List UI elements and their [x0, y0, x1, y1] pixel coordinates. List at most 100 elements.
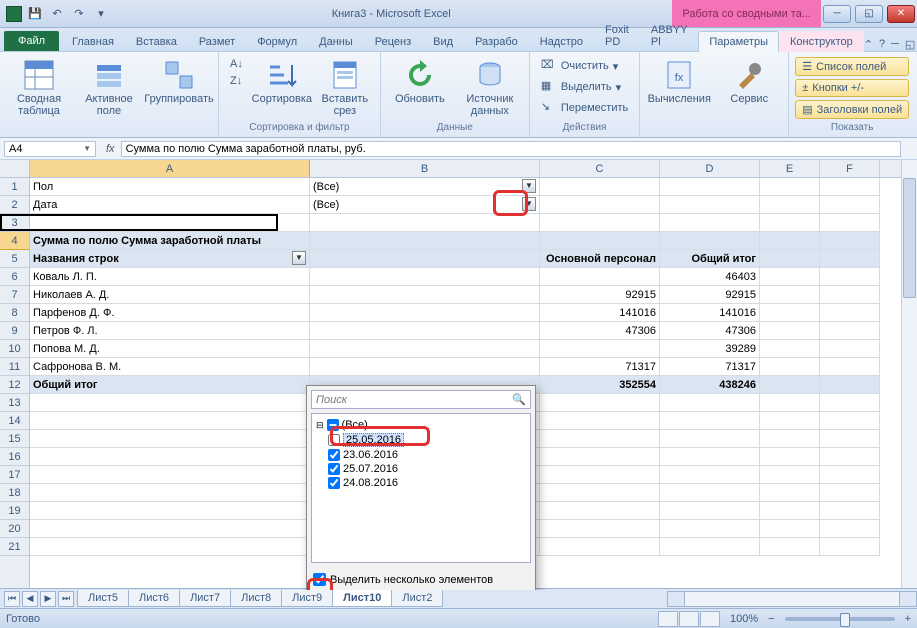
cell[interactable] — [660, 448, 760, 466]
sheet-tab[interactable]: Лист7 — [179, 590, 231, 607]
cell[interactable] — [540, 484, 660, 502]
tab-insert[interactable]: Вставка — [125, 31, 188, 52]
cell[interactable]: Петров Ф. Л. — [30, 322, 310, 340]
cell[interactable] — [820, 322, 880, 340]
filter-checkbox[interactable] — [328, 434, 340, 446]
tab-foxit[interactable]: Foxit PD — [594, 19, 640, 52]
filter-item[interactable]: 25.07.2016 — [316, 462, 526, 476]
cell[interactable] — [540, 340, 660, 358]
row-header[interactable]: 18 — [0, 484, 29, 502]
zoom-level[interactable]: 100% — [730, 613, 758, 625]
cell[interactable]: (Все)▼ — [310, 196, 540, 214]
cell[interactable] — [760, 340, 820, 358]
tools-button[interactable]: Сервис — [716, 56, 782, 108]
cell[interactable] — [310, 322, 540, 340]
pivot-table-button[interactable]: Сводная таблица — [6, 56, 72, 120]
cell[interactable] — [820, 520, 880, 538]
sheet-nav-first[interactable]: ⏮ — [4, 591, 20, 607]
filter-tree[interactable]: ⊟(Все)25.05.201623.06.201625.07.201624.0… — [311, 413, 531, 563]
cell[interactable] — [820, 538, 880, 556]
tab-abbyy[interactable]: ABBYY Pl — [640, 19, 699, 52]
tab-review[interactable]: Реценз — [364, 31, 422, 52]
row-header[interactable]: 10 — [0, 340, 29, 358]
filter-checkbox[interactable] — [328, 463, 340, 475]
row-header[interactable]: 2 — [0, 196, 29, 214]
cell[interactable]: 352554 — [540, 376, 660, 394]
sheet-tab[interactable]: Лист9 — [281, 590, 333, 607]
zoom-in-button[interactable]: + — [905, 613, 911, 625]
sheet-nav-prev[interactable]: ◀ — [22, 591, 38, 607]
cell[interactable] — [820, 178, 880, 196]
horizontal-scrollbar[interactable] — [667, 591, 917, 607]
cell[interactable] — [820, 214, 880, 232]
cell[interactable]: Названия строк▼ — [30, 250, 310, 268]
cell[interactable] — [660, 466, 760, 484]
cell[interactable] — [30, 502, 310, 520]
filter-checkbox[interactable] — [328, 449, 340, 461]
cell[interactable]: Основной персонал — [540, 250, 660, 268]
cell[interactable] — [820, 412, 880, 430]
cell[interactable] — [760, 178, 820, 196]
close-button[interactable]: ✕ — [887, 5, 915, 23]
cell[interactable]: Коваль Л. П. — [30, 268, 310, 286]
move-button[interactable]: ↘Переместить — [536, 98, 633, 118]
filter-checkbox[interactable] — [327, 419, 339, 431]
select-button[interactable]: ▦Выделить▾ — [536, 77, 633, 97]
cell[interactable] — [820, 268, 880, 286]
row-header[interactable]: 3 — [0, 214, 29, 232]
col-header-E[interactable]: E — [760, 160, 820, 177]
cell[interactable]: Общий итог — [660, 250, 760, 268]
cell[interactable] — [760, 286, 820, 304]
cell[interactable] — [310, 250, 540, 268]
cell[interactable]: 92915 — [660, 286, 760, 304]
tab-addins[interactable]: Надстро — [529, 31, 594, 52]
cell[interactable] — [540, 232, 660, 250]
cell[interactable] — [820, 376, 880, 394]
cell[interactable] — [760, 376, 820, 394]
cell[interactable] — [760, 412, 820, 430]
sheet-tab[interactable]: Лист5 — [77, 590, 129, 607]
sheet-nav-next[interactable]: ▶ — [40, 591, 56, 607]
cell[interactable] — [820, 448, 880, 466]
col-header-D[interactable]: D — [660, 160, 760, 177]
qat-save-icon[interactable]: 💾 — [26, 5, 44, 23]
group-button[interactable]: Группировать — [146, 56, 212, 108]
row-header[interactable]: 4 — [0, 232, 29, 250]
cell[interactable] — [760, 394, 820, 412]
column-headers[interactable]: ABCDEF — [30, 160, 901, 178]
cell[interactable] — [660, 502, 760, 520]
cell[interactable] — [760, 322, 820, 340]
cell[interactable] — [820, 196, 880, 214]
cell[interactable] — [820, 340, 880, 358]
cell[interactable] — [540, 430, 660, 448]
calculations-button[interactable]: fx Вычисления — [646, 56, 712, 108]
cell[interactable] — [760, 268, 820, 286]
cell[interactable] — [30, 484, 310, 502]
row-header[interactable]: 7 — [0, 286, 29, 304]
insert-slicer-button[interactable]: Вставить срез — [316, 56, 374, 120]
cell[interactable] — [660, 412, 760, 430]
cell[interactable] — [760, 520, 820, 538]
cell[interactable] — [660, 196, 760, 214]
cell[interactable]: Сафронова В. М. — [30, 358, 310, 376]
qat-undo-icon[interactable]: ↶ — [48, 5, 66, 23]
cell[interactable] — [540, 268, 660, 286]
view-pagebreak-button[interactable] — [700, 611, 720, 627]
cell[interactable] — [760, 466, 820, 484]
cell[interactable] — [30, 412, 310, 430]
cell[interactable] — [30, 430, 310, 448]
row-header[interactable]: 8 — [0, 304, 29, 322]
cell[interactable] — [310, 358, 540, 376]
cell[interactable] — [310, 214, 540, 232]
cell[interactable] — [820, 304, 880, 322]
cell[interactable] — [820, 484, 880, 502]
field-list-button[interactable]: ☰Список полей — [795, 57, 909, 76]
cell[interactable] — [30, 520, 310, 538]
row-header[interactable]: 1 — [0, 178, 29, 196]
cell[interactable] — [760, 214, 820, 232]
filter-item[interactable]: 25.05.2016 — [316, 432, 526, 448]
filter-dropdown-icon[interactable]: ▼ — [292, 251, 306, 265]
cell[interactable] — [760, 538, 820, 556]
worksheet-grid[interactable]: ABCDEF 123456789101112131415161718192021… — [0, 160, 917, 590]
col-header-F[interactable]: F — [820, 160, 880, 177]
